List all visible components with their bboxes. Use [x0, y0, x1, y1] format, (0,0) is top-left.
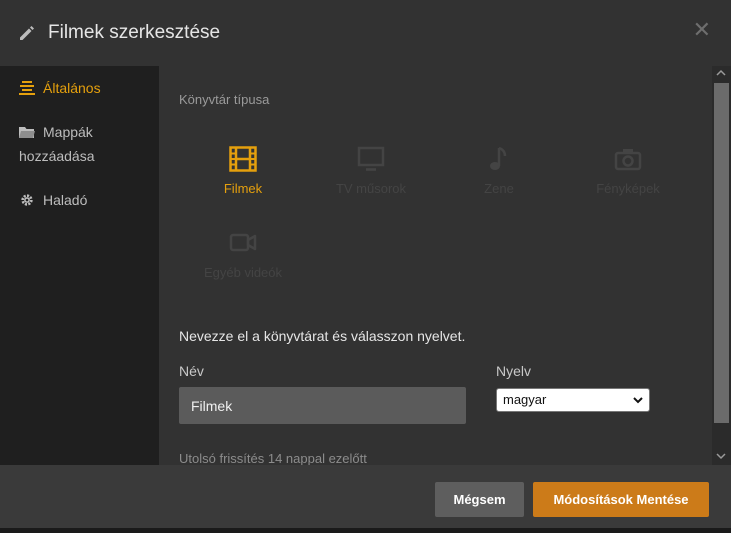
music-icon [490, 146, 507, 170]
sidebar-item-general[interactable]: Általános [19, 76, 101, 100]
name-language-instruction: Nevezze el a könyvtárat és válasszon nye… [179, 328, 466, 344]
library-type-label-text: Fényképek [596, 181, 660, 196]
sidebar-item-label: Általános [43, 80, 101, 96]
chevron-down-icon [633, 397, 643, 404]
film-icon [229, 146, 257, 172]
library-type-tv[interactable]: TV műsorok [307, 146, 435, 226]
tv-icon [357, 146, 385, 171]
library-name-input[interactable] [179, 387, 466, 424]
cancel-button[interactable]: Mégsem [435, 482, 524, 517]
library-type-music[interactable]: Zene [435, 146, 563, 226]
folder-icon [19, 127, 35, 138]
scroll-up-icon[interactable] [716, 68, 726, 78]
sidebar-item-add-folders[interactable]: Mappák hozzáadása [19, 120, 139, 168]
library-type-label-text: Filmek [223, 181, 263, 196]
library-type-label: Könyvtár típusa [179, 92, 270, 107]
edit-library-dialog: Filmek szerkesztése ✕ Általános Mappák h… [0, 0, 731, 533]
close-icon[interactable]: ✕ [693, 19, 711, 41]
dialog-title: Filmek szerkesztése [48, 22, 221, 43]
bottom-edge [0, 528, 731, 533]
library-type-label-text: Zene [484, 181, 514, 196]
scrollbar-thumb[interactable] [714, 83, 729, 423]
sidebar: Általános Mappák hozzáadása Haladó [0, 66, 159, 465]
content-scrollbar[interactable] [712, 66, 731, 465]
name-field-label: Név [179, 363, 204, 379]
dialog-footer: Mégsem Módosítások Mentése [0, 465, 731, 533]
video-camera-icon [229, 233, 257, 252]
dialog-header: Filmek szerkesztése ✕ [0, 0, 731, 67]
library-type-movies[interactable]: Filmek [179, 146, 307, 226]
sidebar-item-advanced[interactable]: Haladó [19, 188, 87, 212]
language-select-value: magyar [503, 392, 547, 407]
library-type-other-videos[interactable]: Egyéb videók [179, 230, 307, 310]
language-field-label: Nyelv [496, 363, 532, 379]
scroll-down-icon[interactable] [716, 451, 726, 461]
gear-icon [21, 194, 33, 206]
content-panel: Könyvtár típusa Filmek TV műsorok Zene F… [159, 66, 712, 465]
library-type-label-text: TV műsorok [335, 181, 407, 196]
save-changes-button[interactable]: Módosítások Mentése [533, 482, 709, 517]
last-refresh-text: Utolsó frissítés 14 nappal ezelőtt [179, 451, 367, 465]
sidebar-item-label: Haladó [43, 192, 88, 208]
camera-icon [614, 149, 642, 171]
library-type-photos[interactable]: Fényképek [564, 146, 692, 226]
language-select[interactable]: magyar [496, 388, 650, 412]
pencil-icon [20, 26, 34, 40]
library-type-label-text: Egyéb videók [203, 265, 283, 280]
general-icon [19, 81, 35, 95]
